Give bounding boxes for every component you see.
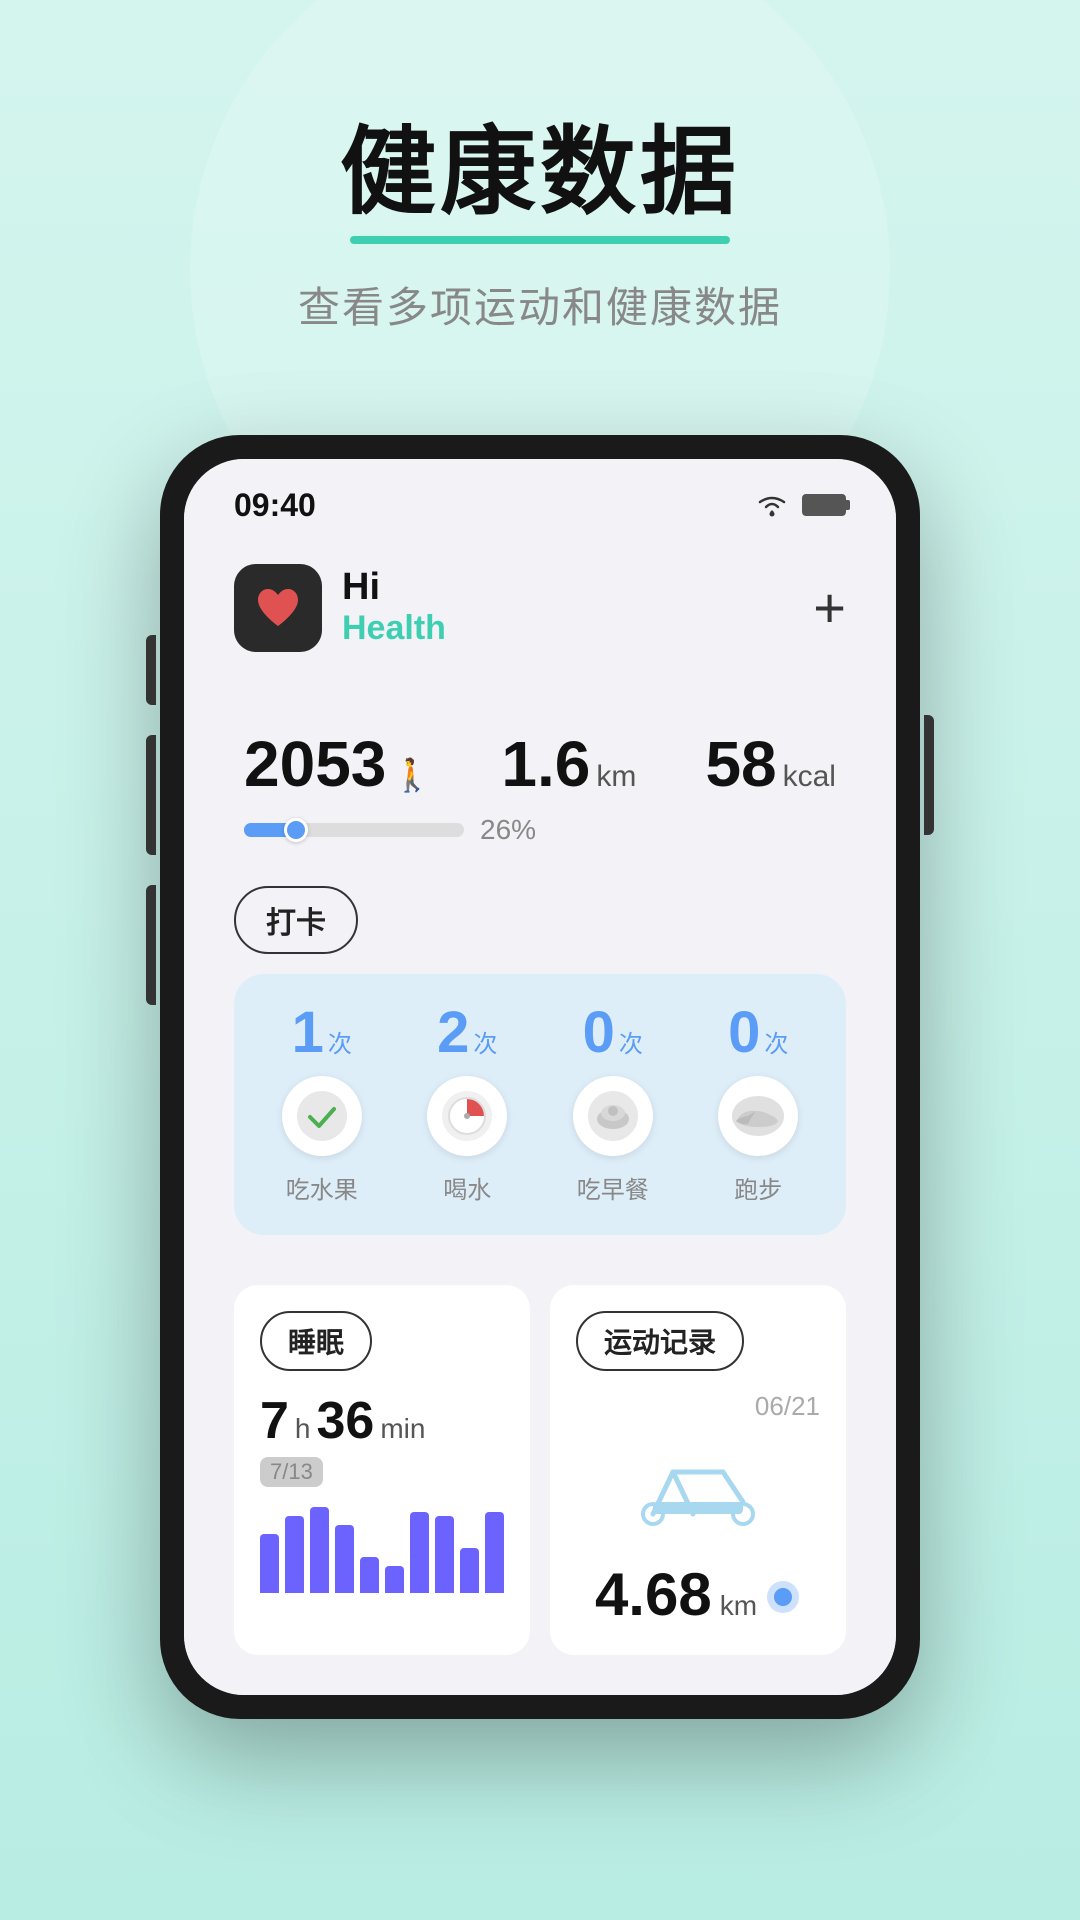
exercise-distance-row: 4.68 km <box>576 1560 820 1629</box>
checkin-tag[interactable]: 打卡 <box>234 886 358 954</box>
exercise-distance-unit: km <box>720 1590 757 1622</box>
fruit-count-row: 1 次 <box>292 1004 352 1062</box>
water-label: 喝水 <box>443 1170 491 1205</box>
subtitle: 查看多项运动和健康数据 <box>40 274 1040 335</box>
calories-value: 58 <box>705 732 776 796</box>
title-underline <box>350 236 730 244</box>
app-header: Hi Health + <box>184 534 896 672</box>
sleep-chart <box>260 1503 504 1593</box>
water-count-row: 2 次 <box>437 1004 497 1062</box>
sleep-hours: 7 <box>260 1391 289 1451</box>
sleep-hours-unit: h <box>295 1413 311 1445</box>
sleep-bar <box>410 1512 429 1593</box>
steps-stat: 2053 🚶 <box>244 732 432 796</box>
sleep-minutes-unit: min <box>380 1413 425 1445</box>
progress-area: 26% <box>234 796 846 876</box>
app-health-label: Health <box>342 609 446 648</box>
breakfast-icon <box>586 1089 640 1143</box>
status-time: 09:40 <box>234 487 316 524</box>
sleep-bar <box>485 1512 504 1593</box>
activity-card-fruit[interactable]: 1 次 吃水果 <box>254 1004 390 1205</box>
water-count: 2 <box>437 1004 469 1062</box>
distance-stat: 1.6 km <box>501 732 636 796</box>
status-bar: 09:40 <box>184 459 896 534</box>
fruit-label: 吃水果 <box>286 1170 358 1205</box>
activity-card-breakfast[interactable]: 0 次 吃早餐 <box>545 1004 681 1205</box>
water-unit: 次 <box>473 1024 497 1059</box>
sleep-minutes: 36 <box>317 1391 375 1451</box>
sleep-bar <box>385 1566 404 1593</box>
breakfast-unit: 次 <box>619 1024 643 1059</box>
sleep-bar <box>310 1507 329 1593</box>
progress-bar-fill <box>244 823 301 837</box>
progress-bar-bg <box>244 823 464 837</box>
app-hi-label: Hi <box>342 567 446 609</box>
exercise-icon <box>765 1579 801 1615</box>
phone-screen: 09:40 <box>184 459 896 1695</box>
water-icon <box>440 1089 494 1143</box>
shoe-icon <box>728 1089 788 1143</box>
sleep-time-row: 7 h 36 min <box>260 1391 504 1451</box>
fruit-unit: 次 <box>328 1024 352 1059</box>
activity-card-water[interactable]: 2 次 喝水 <box>400 1004 536 1205</box>
heart-icon <box>252 582 304 634</box>
sleep-bar <box>460 1548 479 1593</box>
sleep-bar <box>360 1557 379 1593</box>
walking-icon: 🚶 <box>392 756 432 794</box>
sleep-bar <box>260 1534 279 1593</box>
phone-frame: 09:40 <box>160 435 920 1719</box>
calories-unit: kcal <box>783 760 836 794</box>
calories-stat: 58 kcal <box>705 732 836 796</box>
side-button-left-1 <box>146 635 156 705</box>
distance-value: 1.6 <box>501 732 590 796</box>
sleep-bar <box>335 1525 354 1593</box>
water-icon-circle <box>427 1076 507 1156</box>
add-button[interactable]: + <box>813 580 846 636</box>
sleep-badge: 7/13 <box>260 1457 323 1487</box>
app-name-area: Hi Health <box>342 567 446 648</box>
fruit-count: 1 <box>292 1004 324 1062</box>
breakfast-count-row: 0 次 <box>583 1004 643 1062</box>
sleep-tag[interactable]: 睡眠 <box>260 1311 372 1371</box>
side-button-right <box>924 715 934 835</box>
run-unit: 次 <box>764 1024 788 1059</box>
run-count-row: 0 次 <box>728 1004 788 1062</box>
exercise-section: 运动记录 06/21 <box>550 1285 846 1655</box>
run-icon-circle <box>718 1076 798 1156</box>
sleep-bar <box>285 1516 304 1593</box>
sleep-bar <box>435 1516 454 1593</box>
breakfast-icon-circle <box>573 1076 653 1156</box>
wifi-icon <box>754 492 790 518</box>
app-logo-area: Hi Health <box>234 564 446 652</box>
breakfast-count: 0 <box>583 1004 615 1062</box>
exercise-tag[interactable]: 运动记录 <box>576 1311 744 1371</box>
content-area: 2053 🚶 1.6 km 58 kcal <box>184 672 896 1695</box>
exercise-date: 06/21 <box>576 1391 820 1422</box>
stats-row: 2053 🚶 1.6 km 58 kcal <box>234 692 846 796</box>
breakfast-label: 吃早餐 <box>577 1170 649 1205</box>
bottom-sections: 睡眠 7 h 36 min 7/13 <box>234 1285 846 1655</box>
side-button-left-2 <box>146 735 156 855</box>
steps-value: 2053 <box>244 732 386 796</box>
activity-grid: 1 次 吃水果 2 <box>234 974 846 1235</box>
status-icons <box>754 492 846 518</box>
app-icon <box>234 564 322 652</box>
distance-unit: km <box>596 760 636 794</box>
treadmill-icon <box>633 1442 763 1552</box>
fruit-icon-circle <box>282 1076 362 1156</box>
phone-wrapper: 09:40 <box>160 435 920 1719</box>
main-title: 健康数据 <box>40 120 1040 226</box>
run-label: 跑步 <box>734 1170 782 1205</box>
run-count: 0 <box>728 1004 760 1062</box>
sleep-section: 睡眠 7 h 36 min 7/13 <box>234 1285 530 1655</box>
side-button-left-3 <box>146 885 156 1005</box>
fruit-checkmark-icon <box>295 1089 349 1143</box>
progress-percent: 26% <box>480 814 536 846</box>
exercise-distance-value: 4.68 <box>595 1560 712 1629</box>
activity-card-run[interactable]: 0 次 跑步 <box>691 1004 827 1205</box>
top-section: 健康数据 查看多项运动和健康数据 <box>0 0 1080 395</box>
